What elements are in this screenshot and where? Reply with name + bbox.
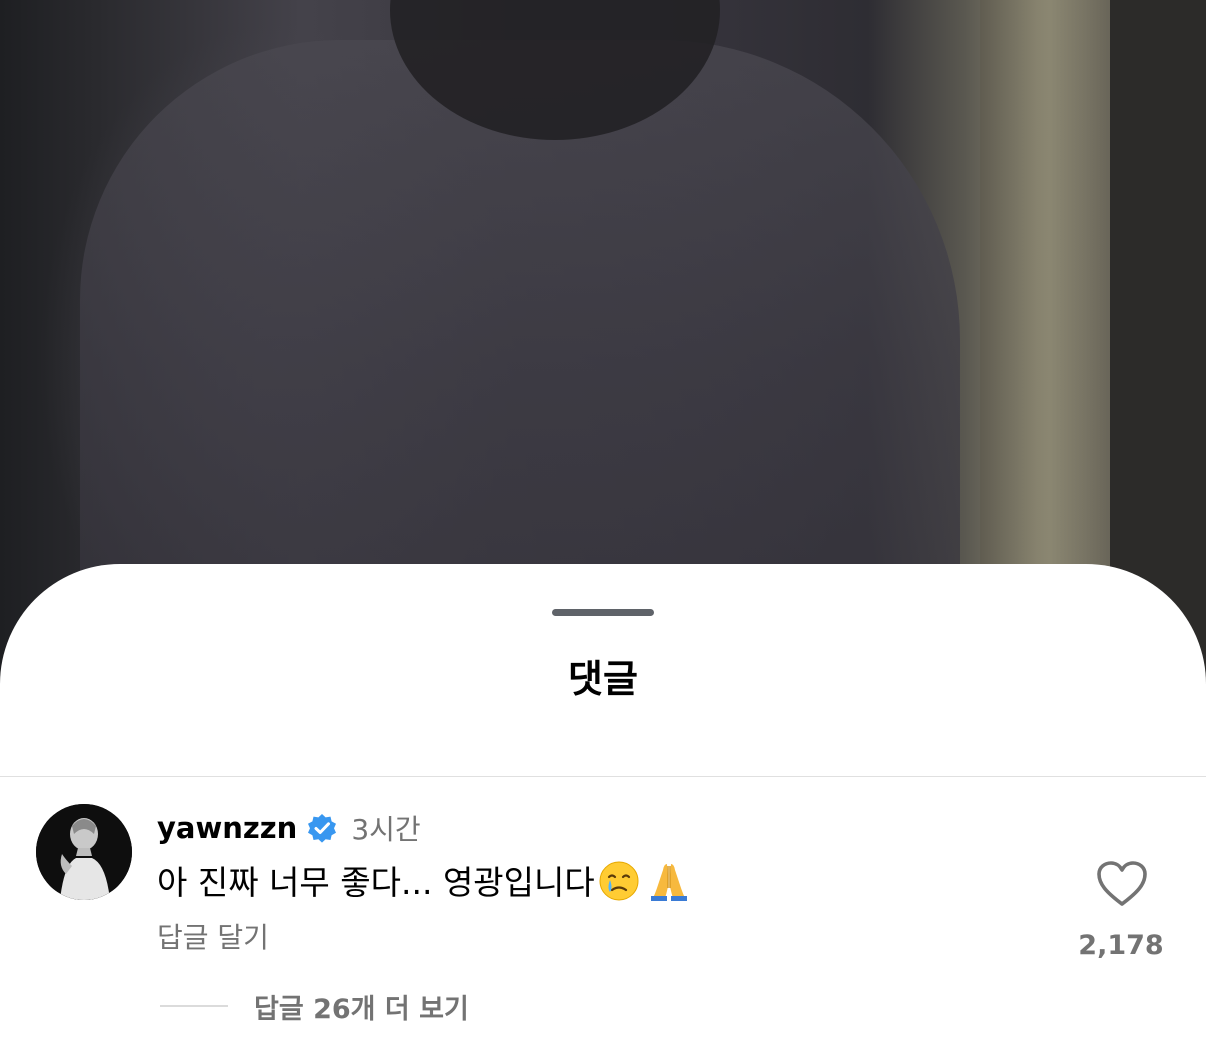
- heart-outline-icon: [1097, 861, 1147, 906]
- screen: 댓글 yawnzzn 3시간 아 진짜 너무 좋다... 영광입니다 답글 달기…: [0, 0, 1206, 1045]
- comments-sheet: 댓글 yawnzzn 3시간 아 진짜 너무 좋다... 영광입니다 답글 달기…: [0, 564, 1206, 1045]
- sheet-title: 댓글: [568, 657, 638, 701]
- comment-body: 아 진짜 너무 좋다... 영광입니다: [157, 856, 691, 904]
- like-button[interactable]: [1096, 860, 1148, 908]
- view-replies-button[interactable]: 답글 26개 더 보기: [160, 984, 469, 1028]
- avatar[interactable]: [36, 804, 132, 900]
- face-holding-back-tears-icon: [597, 858, 641, 902]
- sheet-grabber-handle[interactable]: [552, 609, 654, 616]
- comment-text: 아 진짜 너무 좋다... 영광입니다: [157, 863, 595, 902]
- like-count: 2,178: [1078, 930, 1164, 961]
- comment-username[interactable]: yawnzzn: [157, 811, 297, 845]
- folded-hands-icon: [647, 858, 691, 902]
- divider: [0, 776, 1206, 777]
- reply-thread-line: [160, 1005, 228, 1007]
- view-replies-label: 답글 26개 더 보기: [254, 993, 469, 1025]
- avatar-image: [36, 804, 132, 900]
- comment-timestamp: 3시간: [351, 813, 421, 846]
- comment-header: yawnzzn 3시간: [157, 808, 421, 848]
- verified-badge-icon: [305, 811, 339, 845]
- reply-button[interactable]: 답글 달기: [157, 916, 269, 956]
